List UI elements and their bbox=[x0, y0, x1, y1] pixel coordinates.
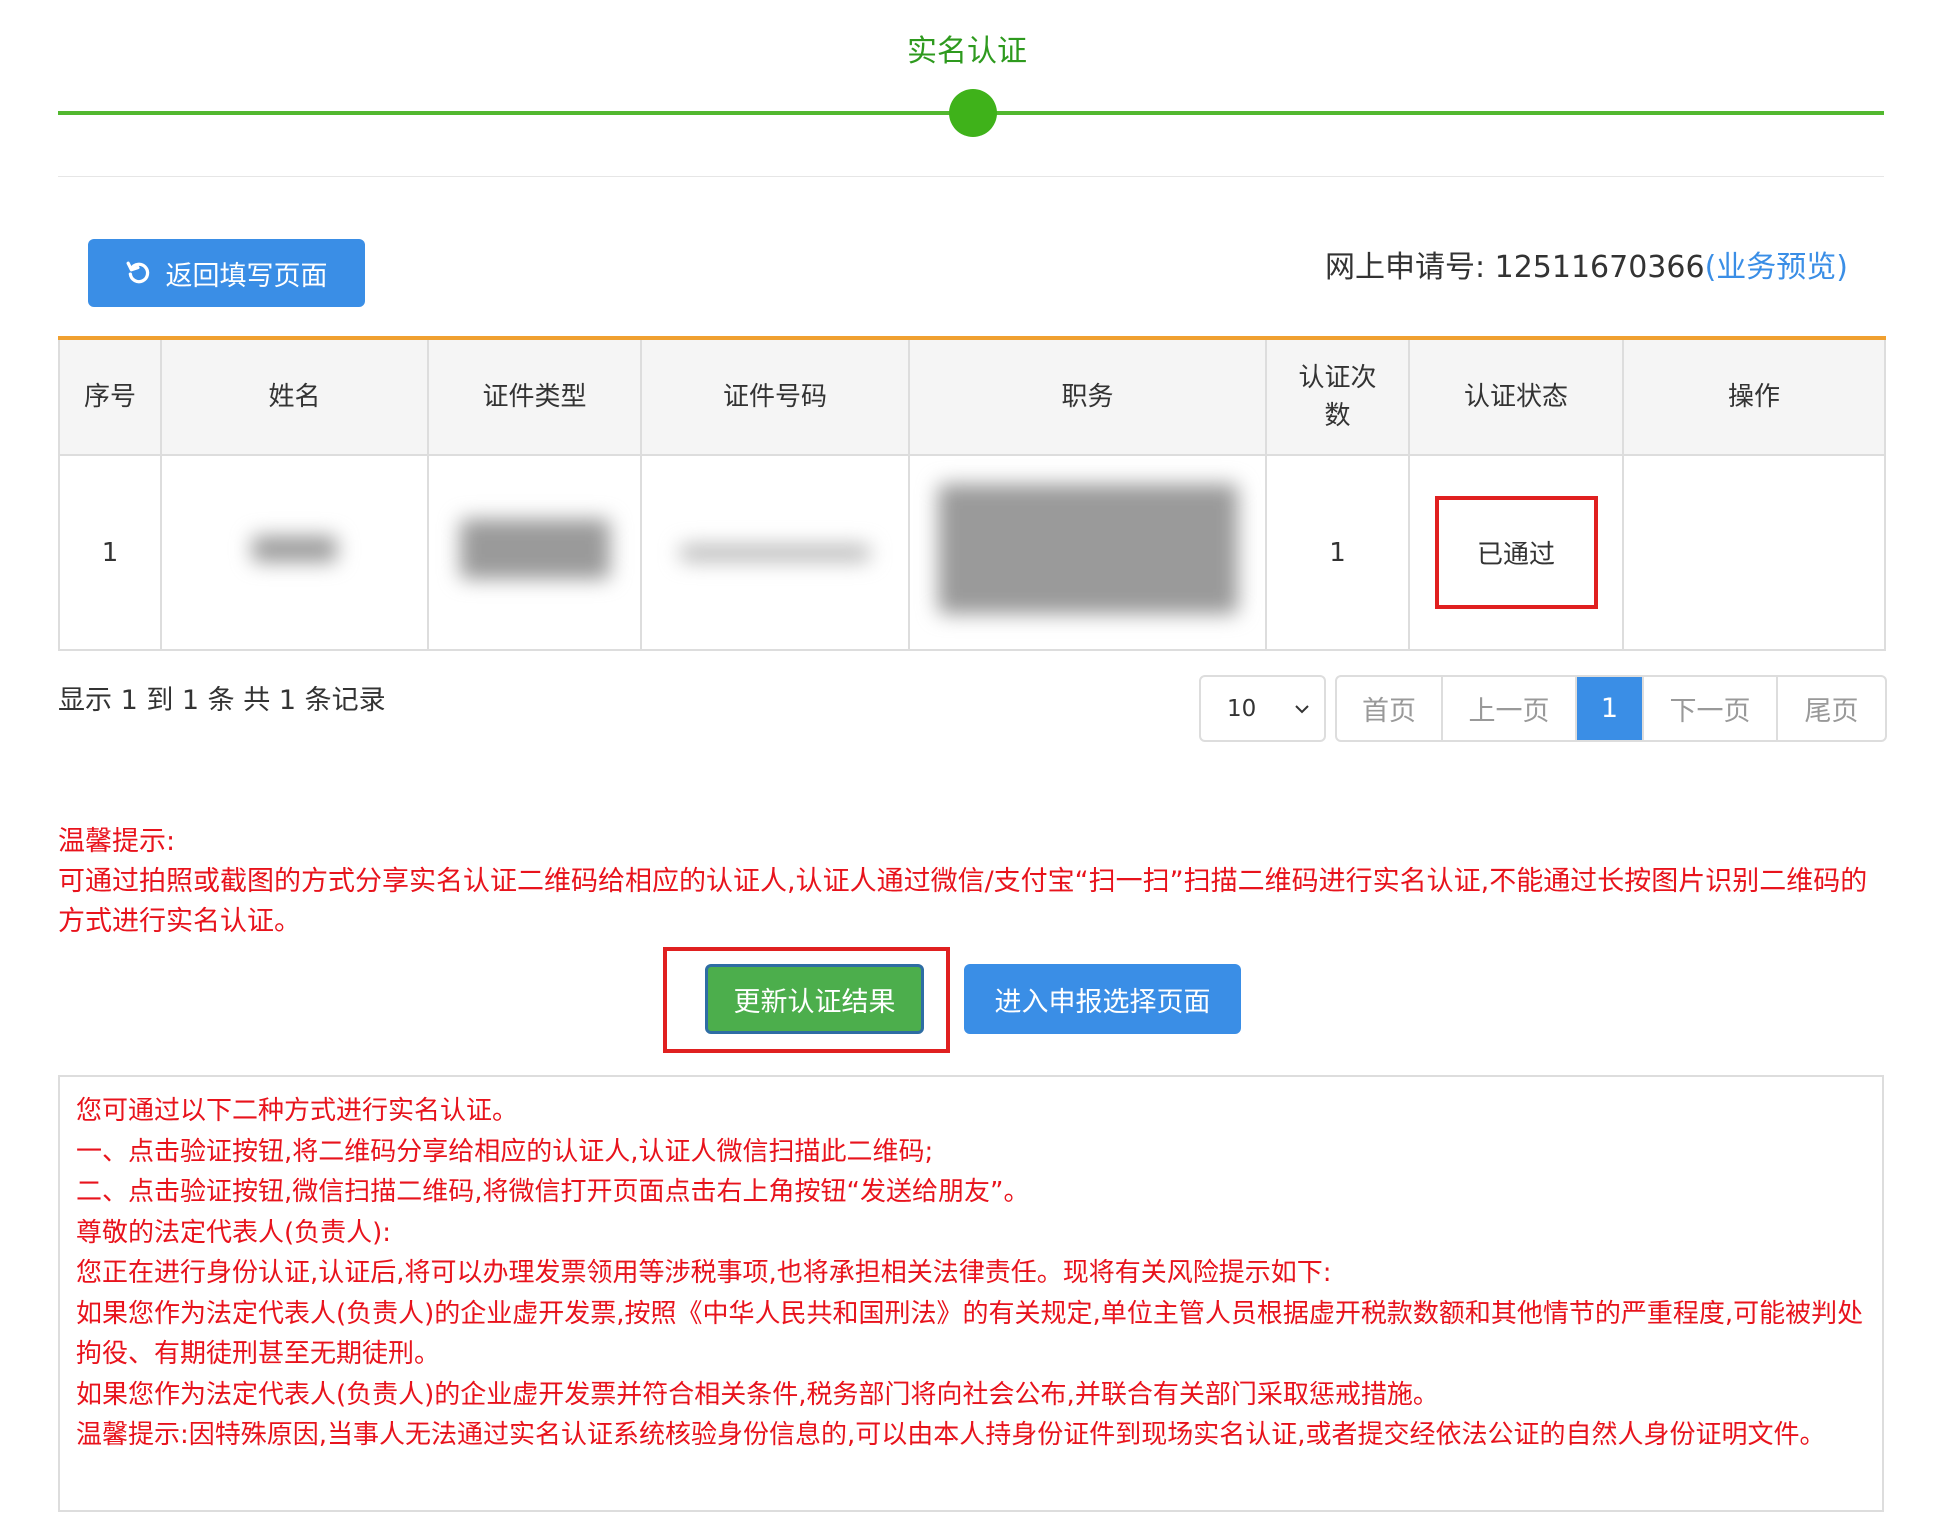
notice-line: 如果您作为法定代表人(负责人)的企业虚开发票并符合相关条件,税务部门将向社会公布… bbox=[76, 1379, 1439, 1410]
enter-declaration-button[interactable]: 进入申报选择页面 bbox=[964, 964, 1241, 1034]
header-divider bbox=[58, 176, 1884, 177]
cell-status: 已通过 bbox=[1408, 454, 1624, 651]
col-header-id-number: 证件号码 bbox=[640, 337, 910, 456]
application-value: 12511670366 bbox=[1494, 250, 1705, 285]
tips-section: 温馨提示: 可通过拍照或截图的方式分享实名认证二维码给相应的认证人,认证人通过微… bbox=[58, 822, 1888, 942]
col-header-index: 序号 bbox=[58, 337, 162, 456]
redacted-id-type bbox=[459, 519, 610, 579]
col-header-action: 操作 bbox=[1622, 337, 1886, 456]
redacted-position bbox=[937, 484, 1238, 614]
step-title: 实名认证 bbox=[907, 34, 1027, 69]
current-page-button[interactable]: 1 bbox=[1577, 677, 1644, 740]
redacted-name bbox=[252, 536, 337, 562]
update-result-button[interactable]: 更新认证结果 bbox=[705, 964, 924, 1034]
col-header-status: 认证状态 bbox=[1408, 337, 1624, 456]
table-header-row: 序号 姓名 证件类型 证件号码 职务 认证次数 认证状态 操作 bbox=[58, 337, 1886, 456]
cell-action bbox=[1622, 454, 1886, 651]
page-size-value: 10 bbox=[1227, 695, 1257, 722]
application-label: 网上申请号: bbox=[1324, 250, 1486, 285]
chevron-down-icon bbox=[1295, 704, 1309, 713]
col-header-auth-count-label: 认证次数 bbox=[1298, 363, 1377, 431]
tips-body: 可通过拍照或截图的方式分享实名认证二维码给相应的认证人,认证人通过微信/支付宝“… bbox=[58, 866, 1868, 937]
business-preview-link[interactable]: (业务预览) bbox=[1705, 250, 1848, 285]
last-page-button[interactable]: 尾页 bbox=[1778, 677, 1885, 740]
next-page-button[interactable]: 下一页 bbox=[1644, 677, 1778, 740]
notice-line: 二、点击验证按钮,微信扫描二维码,将微信打开页面点击右上角按钮“发送给朋友”。 bbox=[76, 1177, 1030, 1207]
refresh-icon bbox=[126, 261, 149, 284]
table-row: 1 1 已通过 bbox=[58, 454, 1886, 651]
back-to-form-label: 返回填写页面 bbox=[165, 260, 328, 292]
cell-position bbox=[908, 454, 1267, 651]
back-to-form-button[interactable]: 返回填写页面 bbox=[88, 239, 365, 307]
cell-id-number bbox=[640, 454, 910, 651]
col-header-auth-count: 认证次数 bbox=[1265, 337, 1410, 456]
notice-line: 尊敬的法定代表人(负责人): bbox=[76, 1217, 392, 1248]
application-number: 网上申请号: 12511670366(业务预览) bbox=[1325, 242, 1848, 286]
status-badge: 已通过 bbox=[1434, 496, 1598, 609]
notice-line: 一、点击验证按钮,将二维码分享给相应的认证人,认证人微信扫描此二维码; bbox=[76, 1136, 934, 1167]
prev-page-button[interactable]: 上一页 bbox=[1443, 677, 1577, 740]
col-header-id-type: 证件类型 bbox=[427, 337, 642, 456]
col-header-position: 职务 bbox=[908, 337, 1267, 456]
cell-index: 1 bbox=[58, 454, 162, 651]
record-summary: 显示 1 到 1 条 共 1 条记录 bbox=[58, 685, 386, 716]
col-header-name: 姓名 bbox=[160, 337, 429, 456]
redacted-id-number bbox=[680, 544, 870, 561]
cell-name bbox=[160, 454, 429, 651]
auth-table: 序号 姓名 证件类型 证件号码 职务 认证次数 认证状态 操作 1 1 已通过 bbox=[58, 336, 1886, 651]
cell-id-type bbox=[427, 454, 642, 651]
notice-line: 如果您作为法定代表人(负责人)的企业虚开发票,按照《中华人民共和国刑法》的有关规… bbox=[76, 1298, 1864, 1370]
pagination: 首页 上一页 1 下一页 尾页 bbox=[1335, 675, 1887, 742]
page-size-select[interactable]: 10 bbox=[1199, 675, 1326, 742]
tips-title: 温馨提示: bbox=[58, 826, 176, 857]
notice-box: 您可通过以下二种方式进行实名认证。 一、点击验证按钮,将二维码分享给相应的认证人… bbox=[58, 1075, 1884, 1512]
first-page-button[interactable]: 首页 bbox=[1337, 677, 1443, 740]
step-marker bbox=[949, 89, 997, 137]
notice-line: 您可通过以下二种方式进行实名认证。 bbox=[76, 1096, 519, 1126]
notice-line: 温馨提示:因特殊原因,当事人无法通过实名认证系统核验身份信息的,可以由本人持身份… bbox=[76, 1420, 1826, 1450]
notice-line: 您正在进行身份认证,认证后,将可以办理发票领用等涉税事项,也将承担相关法律责任。… bbox=[76, 1258, 1332, 1288]
cell-auth-count: 1 bbox=[1265, 454, 1410, 651]
